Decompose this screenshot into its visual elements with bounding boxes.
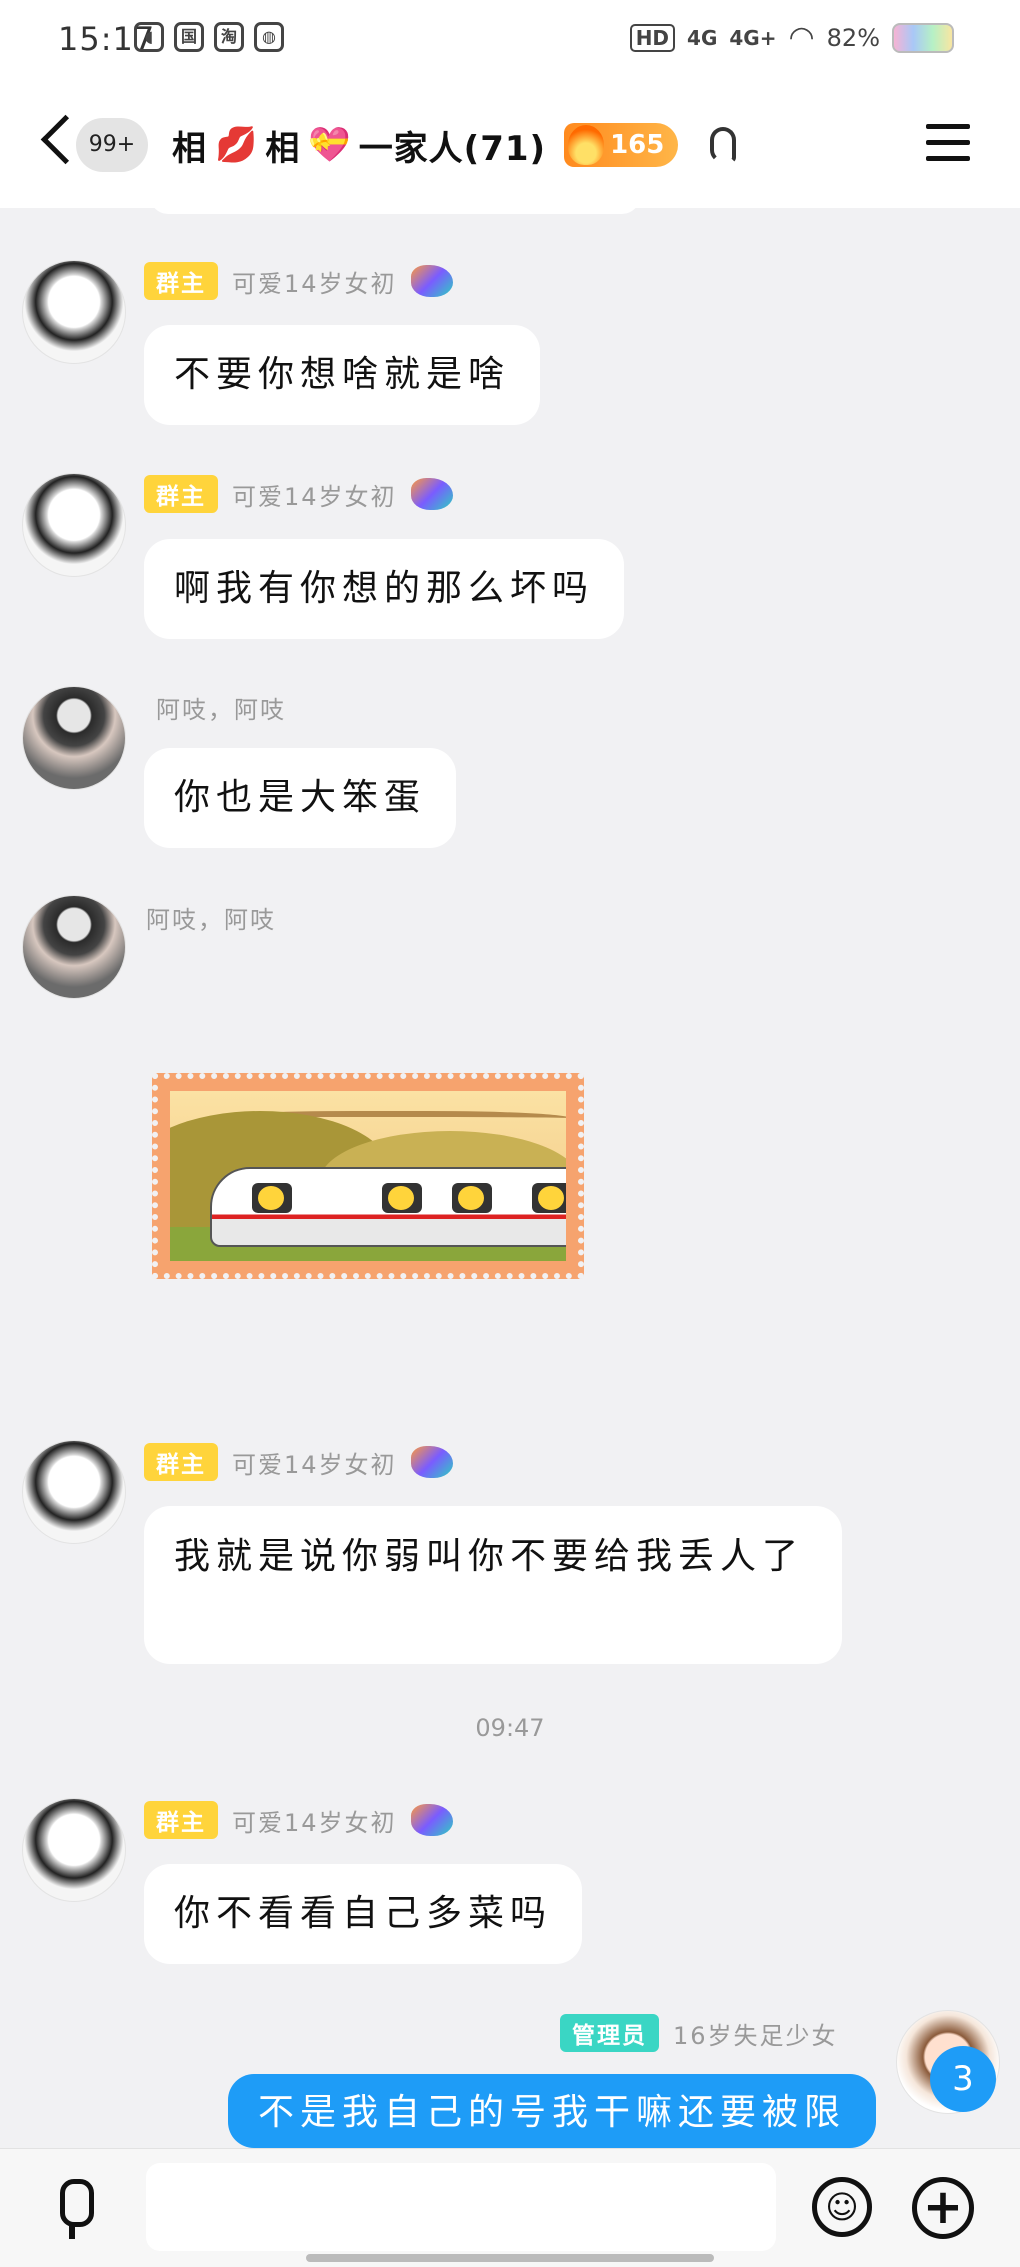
heart-gift-icon: 💝 [308, 125, 351, 165]
sender-name[interactable]: 可爱14岁女初 [232, 1445, 397, 1480]
sneaker-icon [410, 478, 453, 510]
sender-name[interactable]: 阿吱，阿吱 [146, 900, 276, 935]
back-button[interactable] [36, 112, 76, 172]
previous-bubble-edge [150, 196, 640, 214]
home-indicator[interactable] [306, 2254, 714, 2262]
hd-icon: HD [629, 23, 676, 52]
owner-badge: 群主 [144, 262, 218, 300]
sticker-image [170, 1091, 566, 1261]
title-part-3: 一家人(71) [358, 128, 547, 169]
status-right-icons: HD 4G 4G+ ◠ 82% [629, 20, 954, 55]
sender-meta: 阿吱，阿吱 [146, 900, 276, 935]
group-fire-badge[interactable]: 165 [564, 123, 679, 167]
app-icon: ◍ [254, 22, 284, 52]
sender-meta: 群主 可爱14岁女初 [144, 262, 453, 300]
sneaker-icon [410, 265, 453, 297]
chat-title[interactable]: 相 💋 相 💝 一家人(71) 165 [172, 118, 737, 172]
sender-meta: 阿吱，阿吱 [156, 690, 286, 725]
message-bubble[interactable]: 你不看看自己多菜吗 [144, 1864, 583, 1964]
sender-name[interactable]: 16岁失足少女 [673, 2016, 838, 2051]
avatar[interactable] [22, 473, 126, 577]
train-image [210, 1167, 566, 1247]
plus-icon[interactable]: + [912, 2177, 974, 2239]
signal-icon-2: 4G+ [729, 25, 777, 50]
fire-level: 165 [610, 130, 665, 160]
ear-icon[interactable] [710, 127, 737, 163]
message-input[interactable] [146, 2163, 776, 2251]
sender-name[interactable]: 可爱14岁女初 [232, 1803, 397, 1838]
time-divider: 09:47 [475, 1714, 545, 1742]
message-bubble[interactable]: 啊我有你想的那么坏吗 [144, 539, 625, 639]
sneaker-icon [410, 1446, 453, 1478]
train-sticker[interactable] [152, 1073, 584, 1279]
owner-badge: 群主 [144, 1801, 218, 1839]
signal-icon: 4G [687, 25, 718, 50]
microphone-icon[interactable] [52, 2179, 94, 2241]
battery-icon [892, 22, 954, 53]
emoji-icon[interactable]: ☺ [812, 2177, 872, 2237]
unread-count-badge[interactable]: 99+ [76, 118, 148, 172]
status-app-icons: ◖ 国 淘 ◍ [134, 22, 284, 52]
avatar[interactable] [22, 1798, 126, 1902]
sneaker-icon [410, 1804, 453, 1836]
menu-button[interactable] [926, 124, 970, 164]
fire-icon [568, 125, 605, 165]
message-bubble[interactable]: 你也是大笨蛋 [144, 748, 457, 848]
sender-meta: 群主 可爱14岁女初 [144, 475, 453, 513]
sender-name[interactable]: 阿吱，阿吱 [156, 690, 286, 725]
avatar[interactable] [22, 260, 126, 364]
lips-icon: 💋 [215, 125, 258, 165]
avatar[interactable] [22, 686, 126, 790]
leaf-icon: ◖ [134, 22, 164, 52]
admin-badge: 管理员 [560, 2014, 659, 2052]
owner-badge: 群主 [144, 1443, 218, 1481]
self-message-bubble[interactable]: 不是我自己的号我干嘛还要被限 [227, 2074, 876, 2148]
wifi-icon: ◠ [788, 20, 815, 55]
sender-name[interactable]: 可爱14岁女初 [232, 264, 397, 299]
guo-app-icon: 国 [174, 22, 204, 52]
avatar[interactable] [22, 1440, 126, 1544]
taobao-app-icon: 淘 [214, 22, 244, 52]
battery-percent: 82% [826, 23, 880, 52]
input-bar: ☺ + [0, 2148, 1020, 2267]
title-part-1: 相 [172, 128, 207, 169]
message-bubble[interactable]: 我就是说你弱叫你不要给我丢人了 [144, 1506, 842, 1664]
sender-meta: 群主 可爱14岁女初 [144, 1801, 453, 1839]
avatar[interactable] [22, 895, 126, 999]
new-message-count-badge[interactable]: 3 [930, 2046, 996, 2112]
owner-badge: 群主 [144, 475, 218, 513]
sender-name[interactable]: 可爱14岁女初 [232, 477, 397, 512]
message-bubble[interactable]: 不要你想啥就是啥 [144, 325, 541, 425]
sender-meta: 群主 可爱14岁女初 [144, 1443, 453, 1481]
sender-meta: 管理员 16岁失足少女 [560, 2014, 838, 2052]
title-part-2: 相 [265, 128, 301, 169]
chat-screen: 15:17 ◖ 国 淘 ◍ HD 4G 4G+ ◠ 82% 99+ 相 💋 相 … [0, 0, 1020, 2267]
header-bar: 15:17 ◖ 国 淘 ◍ HD 4G 4G+ ◠ 82% 99+ 相 💋 相 … [0, 0, 1020, 208]
